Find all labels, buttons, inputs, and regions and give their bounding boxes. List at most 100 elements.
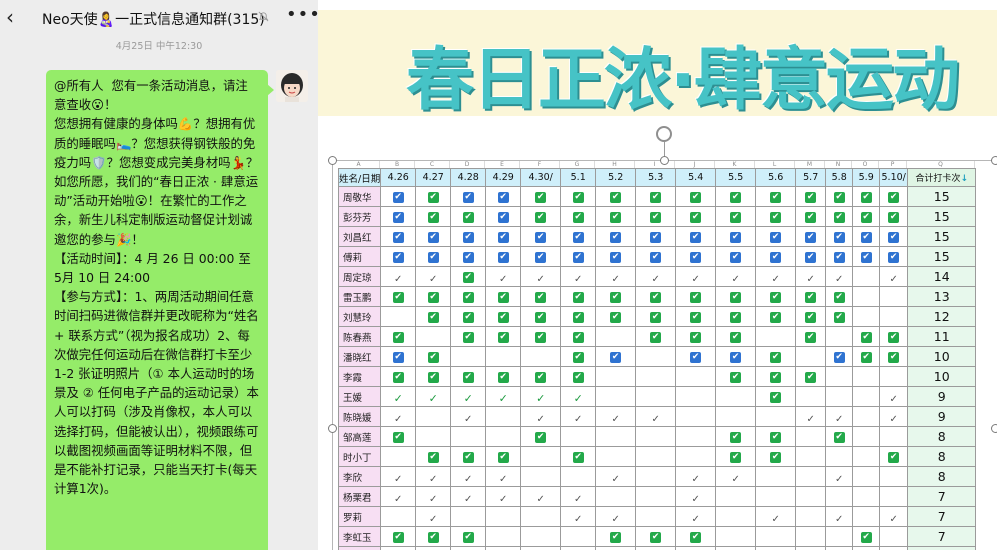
checkin-cell[interactable]: ✔: [825, 346, 854, 368]
checkin-cell[interactable]: ✓: [595, 506, 637, 528]
green-checkbox-icon[interactable]: ✔: [888, 192, 900, 204]
checkin-cell[interactable]: [595, 326, 637, 348]
checkin-cell[interactable]: [879, 486, 909, 508]
green-checkbox-icon[interactable]: ✔: [497, 292, 509, 304]
checkin-cell[interactable]: ✓: [520, 486, 562, 508]
checkin-cell[interactable]: [485, 426, 522, 448]
checkin-cell[interactable]: ✔: [560, 226, 597, 248]
green-checkbox-icon[interactable]: ✔: [730, 332, 742, 344]
checkin-cell[interactable]: ✔: [879, 206, 909, 228]
checkin-cell[interactable]: ✔: [825, 186, 854, 208]
checkin-cell[interactable]: [795, 466, 827, 488]
checkin-cell[interactable]: ✓: [415, 266, 452, 288]
checkin-cell[interactable]: ✔: [825, 426, 854, 448]
checkin-cell[interactable]: ✔: [595, 246, 637, 268]
checkin-cell[interactable]: [879, 466, 909, 488]
blue-checkbox-icon[interactable]: ✔: [730, 252, 742, 264]
checkin-cell[interactable]: ✔: [485, 446, 522, 468]
checkin-cell[interactable]: ✔: [595, 346, 637, 368]
checkin-cell[interactable]: ✓: [560, 386, 597, 408]
blue-checkbox-icon[interactable]: ✔: [392, 192, 404, 204]
checkin-cell[interactable]: ✔: [879, 326, 909, 348]
checkin-cell[interactable]: ✔: [755, 426, 797, 448]
green-checkbox-icon[interactable]: ✔: [770, 452, 782, 464]
checkin-cell[interactable]: [595, 386, 637, 408]
checkin-cell[interactable]: [755, 326, 797, 348]
checkin-cell[interactable]: ✔: [380, 246, 417, 268]
checkin-cell[interactable]: [415, 326, 452, 348]
checkin-cell[interactable]: ✔: [450, 266, 487, 288]
checkin-cell[interactable]: [520, 506, 562, 528]
checkin-cell[interactable]: ✓: [380, 266, 417, 288]
checkin-cell[interactable]: ✔: [635, 326, 677, 348]
green-checkbox-icon[interactable]: ✔: [833, 312, 845, 324]
checkin-cell[interactable]: ✔: [450, 226, 487, 248]
checkin-cell[interactable]: [635, 546, 677, 550]
checkin-cell[interactable]: ✔: [520, 186, 562, 208]
checkin-cell[interactable]: ✔: [715, 326, 757, 348]
checkin-cell[interactable]: [485, 546, 522, 550]
blue-checkbox-icon[interactable]: ✔: [610, 232, 622, 244]
green-checkbox-icon[interactable]: ✔: [392, 372, 404, 384]
checkin-cell[interactable]: ✔: [825, 246, 854, 268]
checkin-cell[interactable]: ✔: [879, 446, 909, 468]
green-checkbox-icon[interactable]: ✔: [572, 452, 584, 464]
checkin-cell[interactable]: ✓: [450, 466, 487, 488]
checkin-cell[interactable]: ✓: [520, 386, 562, 408]
checkin-cell[interactable]: ✔: [595, 206, 637, 228]
checkin-cell[interactable]: ✔: [825, 306, 854, 328]
blue-checkbox-icon[interactable]: ✔: [392, 252, 404, 264]
checkin-cell[interactable]: ✔: [795, 326, 827, 348]
checkin-cell[interactable]: [635, 466, 677, 488]
checkin-cell[interactable]: [635, 446, 677, 468]
green-checkbox-icon[interactable]: ✔: [650, 532, 662, 544]
green-checkbox-icon[interactable]: ✔: [730, 312, 742, 324]
checkin-cell[interactable]: ✔: [795, 366, 827, 388]
checkin-cell[interactable]: ✓: [560, 266, 597, 288]
checkin-cell[interactable]: [520, 466, 562, 488]
blue-checkbox-icon[interactable]: ✔: [730, 352, 742, 364]
checkin-cell[interactable]: ✓: [560, 406, 597, 428]
checkin-cell[interactable]: ✓: [825, 506, 854, 528]
green-checkbox-icon[interactable]: ✔: [392, 432, 404, 444]
checkin-cell[interactable]: [795, 386, 827, 408]
blue-checkbox-icon[interactable]: ✔: [770, 232, 782, 244]
checkin-cell[interactable]: [825, 486, 854, 508]
checkin-cell[interactable]: [415, 546, 452, 550]
checkin-cell[interactable]: ✔: [520, 206, 562, 228]
green-checkbox-icon[interactable]: ✔: [730, 292, 742, 304]
checkin-cell[interactable]: [755, 406, 797, 428]
checkin-cell[interactable]: [852, 306, 881, 328]
checkin-cell[interactable]: ✓: [560, 486, 597, 508]
green-checkbox-icon[interactable]: ✔: [770, 392, 782, 404]
checkin-cell[interactable]: ✔: [675, 206, 717, 228]
resize-handle-right[interactable]: [991, 424, 997, 433]
checkin-cell[interactable]: ✔: [635, 226, 677, 248]
checkin-cell[interactable]: ✔: [415, 446, 452, 468]
blue-checkbox-icon[interactable]: ✔: [860, 232, 872, 244]
green-checkbox-icon[interactable]: ✔: [535, 432, 547, 444]
checkin-cell[interactable]: ✓: [879, 506, 909, 528]
checkin-cell[interactable]: ✓: [380, 386, 417, 408]
checkin-cell[interactable]: ✓: [825, 466, 854, 488]
blue-checkbox-icon[interactable]: ✔: [497, 232, 509, 244]
checkin-cell[interactable]: ✔: [755, 306, 797, 328]
checkin-cell[interactable]: [715, 506, 757, 528]
green-checkbox-icon[interactable]: ✔: [770, 212, 782, 224]
checkin-cell[interactable]: ✔: [595, 226, 637, 248]
green-checkbox-icon[interactable]: ✔: [427, 192, 439, 204]
checkin-cell[interactable]: ✔: [380, 326, 417, 348]
checkin-cell[interactable]: ✔: [755, 446, 797, 468]
resize-handle-left[interactable]: [328, 424, 337, 433]
checkin-cell[interactable]: ✔: [795, 286, 827, 308]
green-checkbox-icon[interactable]: ✔: [392, 292, 404, 304]
checkin-cell[interactable]: [675, 366, 717, 388]
green-checkbox-icon[interactable]: ✔: [462, 372, 474, 384]
checkin-cell[interactable]: [675, 386, 717, 408]
checkin-cell[interactable]: [635, 346, 677, 368]
blue-checkbox-icon[interactable]: ✔: [805, 252, 817, 264]
checkin-cell[interactable]: ✔: [415, 366, 452, 388]
checkin-cell[interactable]: ✔: [879, 546, 909, 550]
blue-checkbox-icon[interactable]: ✔: [572, 252, 584, 264]
checkin-cell[interactable]: ✔: [675, 246, 717, 268]
